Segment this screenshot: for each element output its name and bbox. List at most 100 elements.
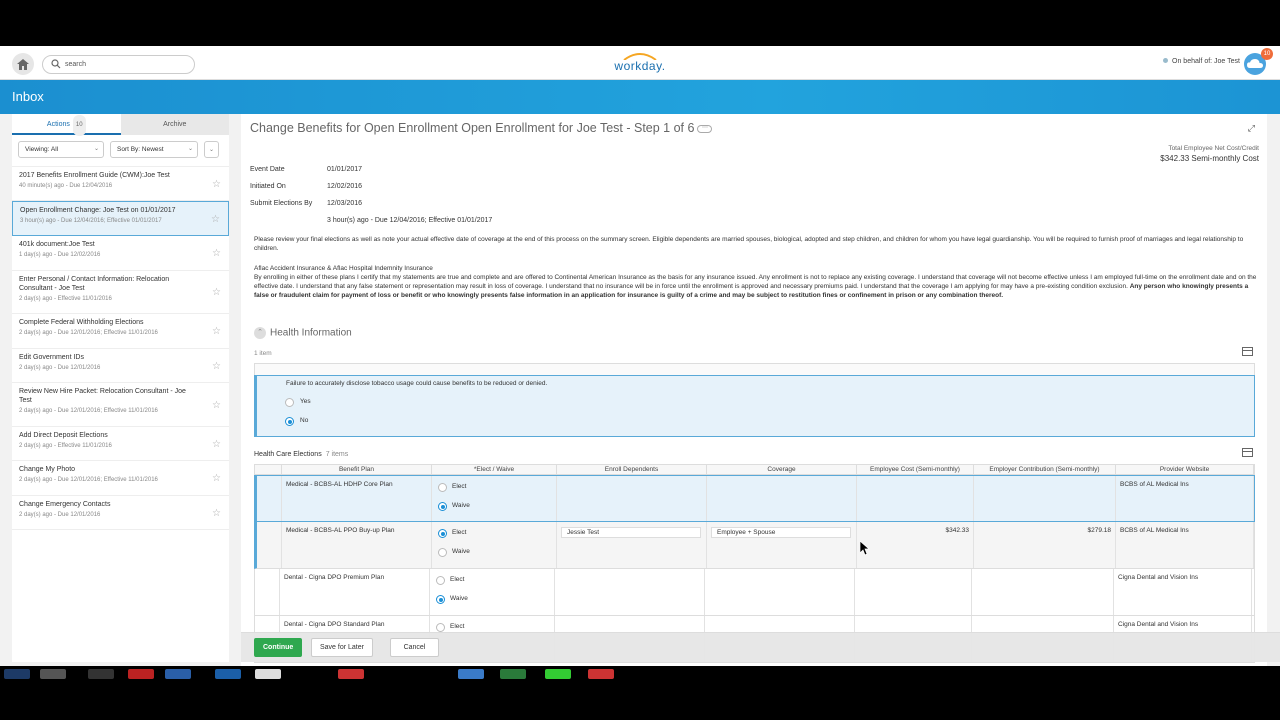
employer-contribution (974, 476, 1116, 521)
taskbar-app-icon[interactable] (165, 669, 191, 679)
related-actions-button[interactable]: ⋯ (697, 124, 713, 133)
viewing-filter[interactable]: Viewing: All ⌄ (18, 141, 104, 158)
elect-label: Elect (450, 576, 465, 583)
on-behalf-indicator: On behalf of: Joe Test (1163, 58, 1240, 65)
inbox-item[interactable]: Review New Hire Packet: Relocation Consu… (12, 383, 229, 427)
elect-radio[interactable] (438, 529, 447, 538)
task-panel: Change Benefits for Open Enrollment Open… (241, 114, 1267, 666)
taskbar-app-icon[interactable] (588, 669, 614, 679)
table-header: Benefit Plan *Elect / Waive Enroll Depen… (254, 464, 1255, 475)
column-header: Employer Contribution (Semi-monthly) (974, 465, 1116, 474)
coverage-input[interactable]: Employee + Spouse (711, 527, 851, 538)
home-icon (17, 58, 29, 70)
taskbar-app-icon[interactable] (545, 669, 571, 679)
event-fields: Event Date 01/01/2017 Initiated On 12/02/2… (250, 166, 492, 234)
taskbar-app-icon[interactable] (40, 669, 66, 679)
inbox-item-sub: 2 day(s) ago - Due 12/01/2016 (19, 365, 101, 371)
search-input[interactable]: search (42, 55, 195, 74)
inbox-filters: Viewing: All ⌄ Sort By: Newest ⌄ ⌄ (12, 135, 229, 167)
table-view-icon[interactable] (1242, 347, 1253, 356)
save-for-later-button[interactable]: Save for Later (311, 638, 373, 657)
status-dot-icon (1163, 58, 1169, 63)
cancel-button[interactable]: Cancel (390, 638, 439, 657)
star-icon[interactable]: ☆ (212, 439, 221, 450)
tobacco-no-radio[interactable] (285, 417, 294, 426)
field-label: Initiated On (250, 183, 286, 190)
star-icon[interactable]: ☆ (212, 361, 221, 372)
chevron-down-icon: ⌄ (93, 146, 99, 152)
taskbar-app-icon[interactable] (458, 669, 484, 679)
more-filter-button[interactable]: ⌄ (204, 141, 219, 158)
tab-actions-label: Actions (46, 121, 70, 128)
star-icon[interactable]: ☆ (212, 179, 221, 190)
taskbar-app-icon[interactable] (255, 669, 281, 679)
inbox-item[interactable]: Edit Government IDs 2 day(s) ago - Due 12… (12, 349, 229, 383)
star-icon[interactable]: ☆ (212, 248, 221, 259)
waive-radio[interactable] (436, 595, 445, 604)
taskbar-app-icon[interactable] (215, 669, 241, 679)
tab-actions[interactable]: Actions 10 (12, 114, 121, 136)
elect-radio[interactable] (438, 483, 447, 492)
inbox-item-selected[interactable]: Open Enrollment Change: Joe Test on 01/0… (12, 201, 229, 236)
logo-text: workday. (614, 59, 666, 73)
star-icon[interactable]: ☆ (212, 326, 221, 337)
star-icon[interactable]: ☆ (212, 473, 221, 484)
row-spacer (257, 476, 282, 521)
waive-radio[interactable] (438, 548, 447, 557)
health-info-count: 1 item (254, 350, 272, 357)
tobacco-question: Failure to accurately disclose tobacco u… (286, 380, 548, 387)
tobacco-yes-radio[interactable] (285, 398, 294, 407)
workday-screen: search workday. On behalf of: Joe Test 1… (0, 46, 1280, 666)
workday-logo[interactable]: workday. (610, 52, 670, 76)
field-row: Submit Elections By 12/03/2016 (250, 200, 492, 217)
taskbar-app-icon[interactable] (500, 669, 526, 679)
waive-radio[interactable] (438, 502, 447, 511)
dependents-cell (557, 476, 707, 521)
inbox-item[interactable]: Change My Photo 2 day(s) ago - Due 12/01/… (12, 461, 229, 496)
aflac-disclaimer: Aflac Accident Insurance & Aflac Hospita… (254, 264, 1260, 300)
top-bar: search workday. On behalf of: Joe Test 1… (0, 46, 1280, 80)
dependents-input[interactable]: Jessie Test (561, 527, 701, 538)
table-view-icon[interactable] (1242, 448, 1253, 457)
inbox-item[interactable]: 401k document:Joe Test 1 day(s) ago - Due… (12, 236, 229, 271)
inbox-item-sub: 2 day(s) ago - Effective 11/01/2016 (19, 443, 112, 449)
continue-button[interactable]: Continue (254, 638, 303, 657)
provider-website-link[interactable]: BCBS of AL Medical Ins (1116, 522, 1254, 568)
employee-cost (857, 476, 974, 521)
inbox-item[interactable]: 2017 Benefits Enrollment Guide (CWM):Joe… (12, 167, 229, 201)
tobacco-no-label: No (300, 417, 309, 424)
health-info-header[interactable]: ⌃ Health Information (254, 327, 352, 339)
provider-website-link[interactable]: Cigna Dental and Vision Ins (1114, 569, 1252, 615)
star-icon[interactable]: ☆ (212, 287, 221, 298)
field-label: Event Date (250, 166, 285, 173)
os-taskbar (0, 666, 1280, 720)
elect-radio[interactable] (436, 623, 445, 632)
field-label (250, 217, 327, 234)
star-icon[interactable]: ☆ (212, 508, 221, 519)
expand-icon[interactable]: ⤢ (1248, 123, 1255, 134)
inbox-item-title: Enter Personal / Contact Information: Re… (19, 276, 170, 292)
inbox-item[interactable]: Complete Federal Withholding Elections 2 … (12, 314, 229, 349)
inbox-item-sub: 40 minute(s) ago - Due 12/04/2016 (19, 183, 113, 189)
sort-filter[interactable]: Sort By: Newest ⌄ (110, 141, 198, 158)
taskbar-app-icon[interactable] (88, 669, 114, 679)
inbox-item-title: Review New Hire Packet: Relocation Consu… (19, 388, 186, 404)
inbox-item[interactable]: Change Emergency Contacts 2 day(s) ago - … (12, 496, 229, 530)
chevron-down-icon: ⌄ (187, 146, 193, 152)
table-row: Medical - BCBS-AL PPO Buy-up Plan Elect … (254, 522, 1255, 569)
start-button-icon[interactable] (4, 669, 30, 679)
provider-website-link[interactable]: BCBS of AL Medical Ins (1116, 476, 1254, 521)
field-row: Initiated On 12/02/2016 (250, 183, 492, 200)
table-header (254, 363, 1255, 375)
star-icon[interactable]: ☆ (211, 214, 220, 225)
home-button[interactable] (12, 53, 34, 75)
taskbar-app-icon[interactable] (128, 669, 154, 679)
chevron-up-icon[interactable]: ⌃ (254, 327, 266, 339)
taskbar-app-icon[interactable] (338, 669, 364, 679)
elect-radio[interactable] (436, 576, 445, 585)
star-icon[interactable]: ☆ (212, 400, 221, 411)
inbox-item[interactable]: Enter Personal / Contact Information: Re… (12, 271, 229, 314)
tab-archive[interactable]: Archive (120, 114, 229, 135)
inbox-item[interactable]: Add Direct Deposit Elections 2 day(s) ago… (12, 427, 229, 461)
elect-label: Elect (452, 529, 467, 536)
